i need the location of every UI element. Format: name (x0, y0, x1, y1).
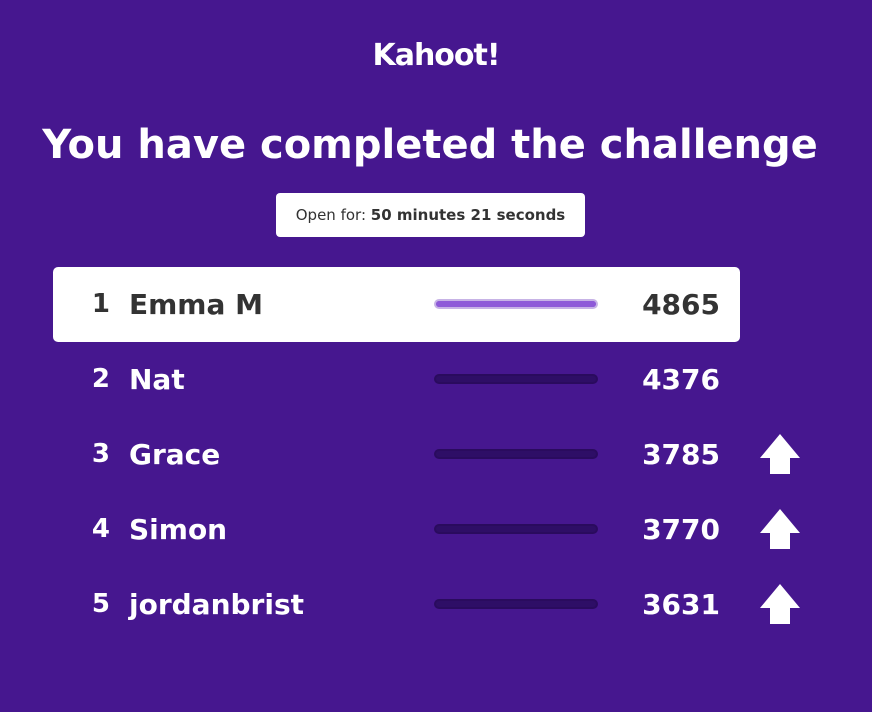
score-bar (434, 599, 598, 609)
open-duration-value: 50 minutes 21 seconds (370, 206, 566, 224)
player-score: 3785 (642, 438, 720, 471)
player-name: Grace (129, 438, 221, 471)
player-rank: 4 (91, 514, 110, 544)
player-name: jordanbrist (129, 588, 305, 621)
player-name: Emma M (129, 288, 263, 321)
player-rank: 3 (91, 439, 110, 469)
page-title: You have completed the challenge (42, 122, 818, 168)
leaderboard-row: 4 Simon 3770 (53, 492, 813, 567)
player-score: 4376 (642, 363, 720, 396)
score-bar (434, 299, 598, 309)
player-score: 3770 (642, 513, 720, 546)
player-rank: 5 (91, 589, 110, 619)
player-score: 4865 (642, 288, 720, 321)
leaderboard-row: 2 Nat 4376 (53, 342, 813, 417)
player-name: Simon (129, 513, 228, 546)
kahoot-logo: Kahoot! (372, 38, 500, 73)
score-bar-fill (436, 301, 596, 307)
leaderboard: 1 Emma M 4865 2 Nat 4376 3 Grace 3785 4 … (53, 267, 813, 642)
arrow-up-icon (760, 509, 800, 549)
leaderboard-row: 1 Emma M 4865 (53, 267, 813, 342)
score-bar (434, 449, 598, 459)
player-rank: 2 (91, 364, 110, 394)
player-name: Nat (129, 363, 185, 396)
open-duration-label: Open for: (295, 206, 366, 224)
arrow-up-icon (760, 584, 800, 624)
player-score: 3631 (642, 588, 720, 621)
score-bar (434, 374, 598, 384)
leaderboard-row: 5 jordanbrist 3631 (53, 567, 813, 642)
open-duration-badge: Open for: 50 minutes 21 seconds (276, 193, 585, 237)
player-rank: 1 (91, 289, 110, 319)
score-bar (434, 524, 598, 534)
arrow-up-icon (760, 434, 800, 474)
leaderboard-row: 3 Grace 3785 (53, 417, 813, 492)
